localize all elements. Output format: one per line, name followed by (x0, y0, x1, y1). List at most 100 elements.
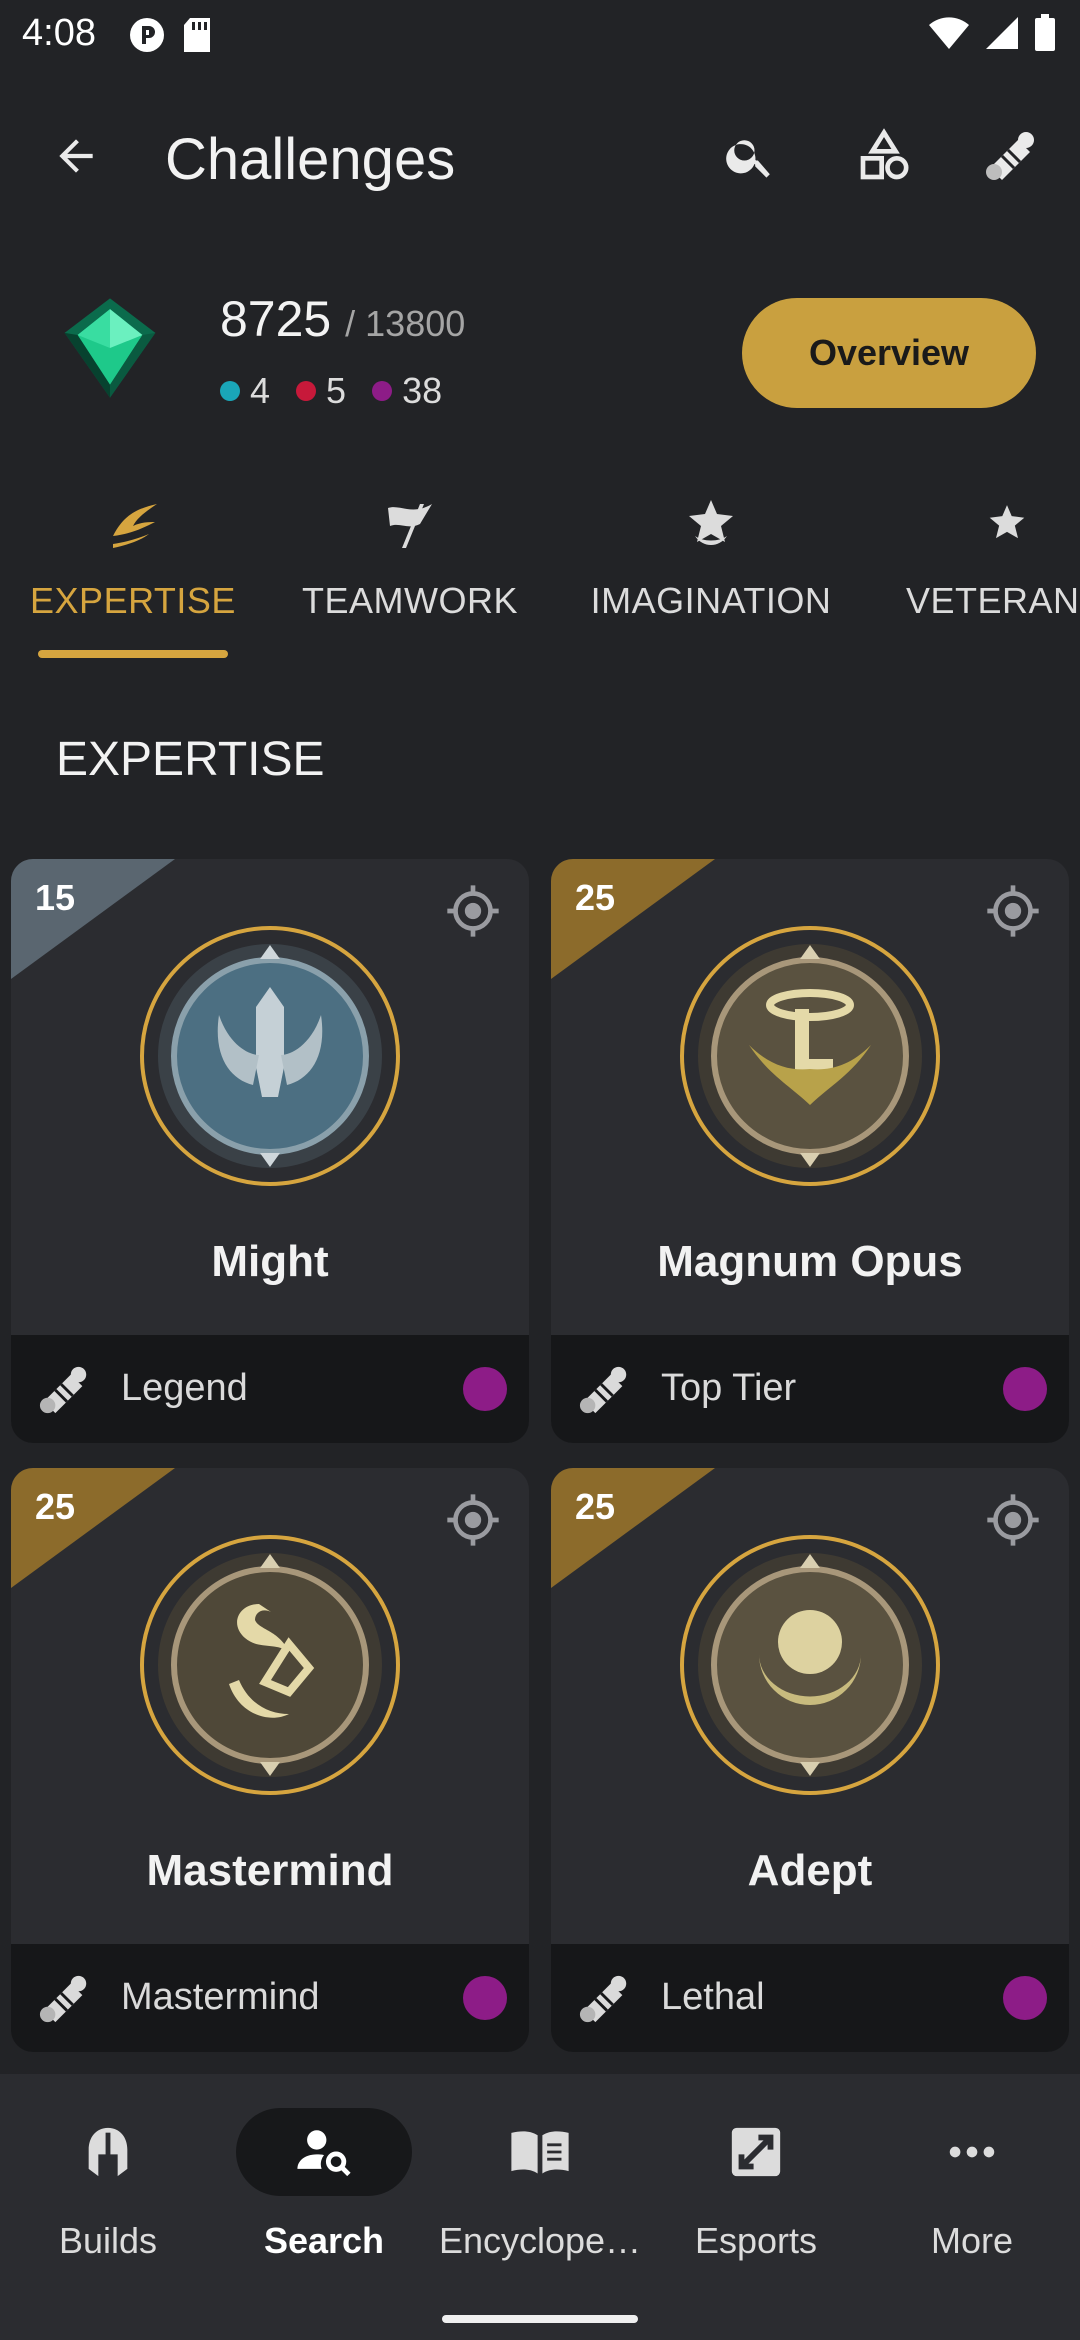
reward-title: Mastermind (121, 1976, 320, 2018)
magnum-opus-emblem-icon (680, 926, 940, 1186)
nav-encyclopedia[interactable]: Encyclope… (432, 2108, 648, 2288)
crystal-rank-icon (64, 298, 156, 398)
imagination-icon (681, 494, 741, 554)
challenge-card-might[interactable]: 15 Might Legend (11, 859, 529, 1443)
shapes-icon (860, 128, 909, 180)
count-purple: 38 (372, 370, 442, 412)
tier-level: 25 (575, 1486, 616, 1527)
tab-expertise-label: EXPERTISE (30, 580, 236, 621)
nav-search[interactable]: Search (216, 2108, 432, 2288)
nav-builds[interactable]: Builds (0, 2108, 216, 2288)
tier-dot (463, 1976, 507, 2020)
might-emblem-icon (140, 926, 400, 1186)
target-icon (987, 1494, 1039, 1546)
nav-encyclopedia-label: Encyclope… (438, 2220, 642, 2261)
nav-more-icon-wrap (884, 2108, 1060, 2196)
track-button[interactable] (983, 1490, 1043, 1550)
titles-button[interactable] (974, 118, 1050, 194)
back-button[interactable] (40, 120, 112, 192)
nav-more-label: More (930, 2220, 1014, 2261)
challenge-name: Magnum Opus (657, 1237, 963, 1286)
status-system-icons (928, 14, 1056, 52)
track-button[interactable] (443, 1490, 503, 1550)
tab-expertise[interactable]: EXPERTISE (18, 480, 248, 660)
home-indicator[interactable] (442, 2315, 638, 2323)
teamwork-flag-icon (380, 494, 440, 554)
track-button[interactable] (443, 881, 503, 941)
nav-esports-label: Esports (694, 2220, 818, 2261)
challenge-summary: 8725 / 13800 4 5 38 Overview (0, 280, 1080, 440)
categories-button[interactable] (846, 118, 922, 194)
adept-emblem-icon (680, 1535, 940, 1795)
esports-icon (731, 2127, 781, 2177)
nav-esports[interactable]: Esports (648, 2108, 864, 2288)
challenges-screen: 4:08 Challenges 8725 / 13800 4 5 38 Over… (0, 0, 1080, 2340)
reward-title: Top Tier (661, 1367, 797, 1409)
battery-icon (1035, 14, 1055, 51)
count-red-value: 5 (326, 370, 347, 411)
challenge-card-adept[interactable]: 25 Adept Lethal (551, 1468, 1069, 2052)
nav-builds-label: Builds (58, 2220, 158, 2261)
tier-level: 25 (575, 877, 616, 918)
bottom-navigation: Builds Search Encyclope… Esports More (0, 2074, 1080, 2340)
tier-level: 15 (35, 877, 76, 918)
tab-veterancy-label: VETERANCY (906, 580, 1080, 621)
nav-search-label: Search (263, 2220, 385, 2261)
scroll-icon (579, 1975, 627, 2023)
card-footer: Legend (11, 1335, 529, 1443)
reward-title: Lethal (661, 1976, 765, 2018)
scroll-icon (986, 132, 1034, 180)
teal-dot (220, 381, 240, 401)
veterancy-icon (977, 494, 1037, 554)
track-button[interactable] (983, 881, 1043, 941)
nav-builds-icon-wrap (20, 2108, 196, 2196)
search-icon (726, 140, 770, 178)
count-teal: 4 (220, 370, 270, 412)
card-footer: Top Tier (551, 1335, 1069, 1443)
category-tabs: EXPERTISE TEAMWORK IMAGINATION VETERANCY (0, 480, 1080, 660)
nav-encyclopedia-icon-wrap (452, 2108, 628, 2196)
helmet-icon (88, 2127, 128, 2177)
tier-dot (1003, 1976, 1047, 2020)
nav-more[interactable]: More (864, 2108, 1080, 2288)
signal-icon (986, 17, 1018, 49)
nav-search-icon-wrap (236, 2108, 412, 2196)
scroll-icon (39, 1366, 87, 1414)
status-notifications (128, 16, 212, 54)
tab-imagination[interactable]: IMAGINATION (580, 480, 842, 660)
arrow-back-icon (59, 139, 93, 173)
mastermind-emblem-icon (140, 1535, 400, 1795)
notification-p-icon (130, 18, 164, 52)
scroll-icon (579, 1366, 627, 1414)
app-bar: Challenges (0, 100, 1080, 210)
challenge-card-mastermind[interactable]: 25 Mastermind Mastermind (11, 1468, 529, 2052)
purple-dot (372, 381, 393, 401)
tab-teamwork-label: TEAMWORK (302, 580, 518, 621)
tab-imagination-label: IMAGINATION (590, 580, 832, 621)
tab-active-indicator (38, 650, 228, 658)
target-icon (447, 885, 499, 937)
wifi-icon (929, 17, 969, 49)
challenge-name: Adept (747, 1846, 873, 1895)
challenge-card-magnum-opus[interactable]: 25 Magnum Opus Top Tier (551, 859, 1069, 1443)
count-teal-value: 4 (250, 370, 271, 411)
challenge-name: Might (211, 1237, 329, 1286)
scroll-icon (39, 1975, 87, 2023)
tier-dot (463, 1367, 507, 1411)
target-icon (447, 1494, 499, 1546)
status-time: 4:08 (22, 12, 96, 54)
search-button[interactable] (712, 118, 788, 194)
points-current: 8725 (220, 291, 332, 347)
tab-veterancy[interactable]: VETERANCY (892, 480, 1080, 660)
tier-dot (1003, 1367, 1047, 1411)
target-icon (987, 885, 1039, 937)
status-bar: 4:08 (0, 0, 1080, 70)
tab-teamwork[interactable]: TEAMWORK (290, 480, 530, 660)
reward-title: Legend (121, 1367, 248, 1409)
tier-level: 25 (35, 1486, 76, 1527)
nav-esports-icon-wrap (668, 2108, 844, 2196)
overview-button[interactable]: Overview (742, 298, 1036, 408)
expertise-icon (103, 494, 163, 554)
sd-card-icon (184, 18, 210, 52)
challenge-points: 8725 / 13800 (220, 290, 465, 348)
